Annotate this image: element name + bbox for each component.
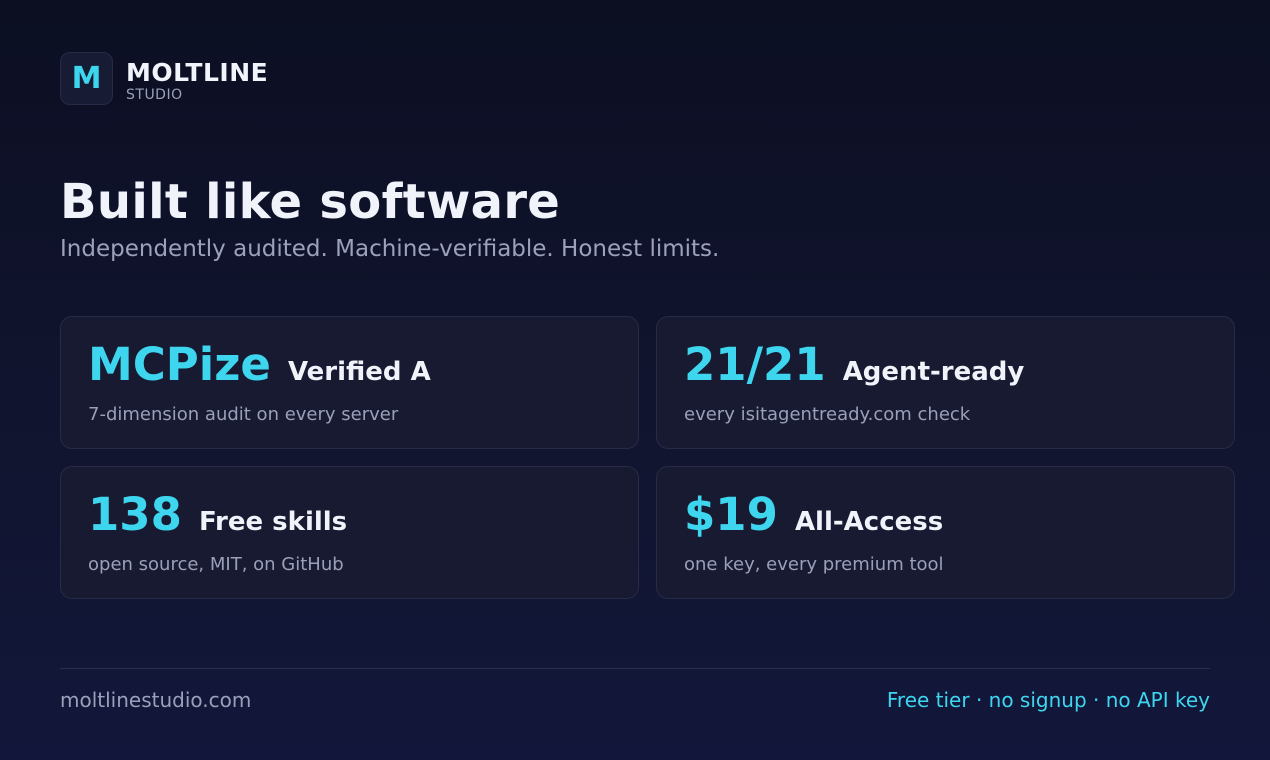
card-label: Verified A bbox=[287, 357, 431, 387]
card-label: Free skills bbox=[198, 507, 348, 537]
card-value: 21/21 bbox=[684, 338, 826, 391]
card-description: open source, MIT, on GitHub bbox=[88, 554, 344, 575]
feature-card-agent-ready: 21/21 Agent-ready every isitagentready.c… bbox=[656, 316, 1235, 449]
brand-name: MOLTLINE bbox=[126, 57, 269, 87]
logo-mark: M bbox=[60, 52, 113, 105]
brand-text: MOLTLINE STUDIO bbox=[126, 57, 269, 103]
card-header: 21/21 Agent-ready bbox=[684, 339, 1207, 391]
feature-card-verified: MCPize Verified A 7-dimension audit on e… bbox=[60, 316, 639, 449]
feature-card-all-access: $19 All-Access one key, every premium to… bbox=[656, 466, 1235, 599]
card-value: MCPize bbox=[88, 338, 271, 391]
feature-card-free-skills: 138 Free skills open source, MIT, on Git… bbox=[60, 466, 639, 599]
card-label: All-Access bbox=[794, 507, 944, 537]
page-subtitle: Independently audited. Machine-verifiabl… bbox=[60, 236, 720, 262]
card-description: 7-dimension audit on every server bbox=[88, 404, 399, 425]
feature-grid: MCPize Verified A 7-dimension audit on e… bbox=[60, 316, 1235, 599]
card-header: $19 All-Access bbox=[684, 489, 1207, 541]
card-description: one key, every premium tool bbox=[684, 554, 944, 575]
card-label: Agent-ready bbox=[842, 357, 1025, 387]
card-header: 138 Free skills bbox=[88, 489, 611, 541]
brand[interactable]: M MOLTLINE STUDIO bbox=[60, 52, 268, 105]
footer-tagline: Free tier · no signup · no API key bbox=[886, 688, 1210, 712]
brand-sub: STUDIO bbox=[126, 86, 183, 103]
page-title: Built like software bbox=[60, 174, 561, 230]
footer-divider bbox=[60, 668, 1210, 669]
footer-domain-link[interactable]: moltlinestudio.com bbox=[60, 688, 251, 712]
card-header: MCPize Verified A bbox=[88, 339, 611, 391]
card-description: every isitagentready.com check bbox=[684, 404, 971, 425]
card-value: $19 bbox=[684, 488, 778, 541]
card-value: 138 bbox=[88, 488, 182, 541]
